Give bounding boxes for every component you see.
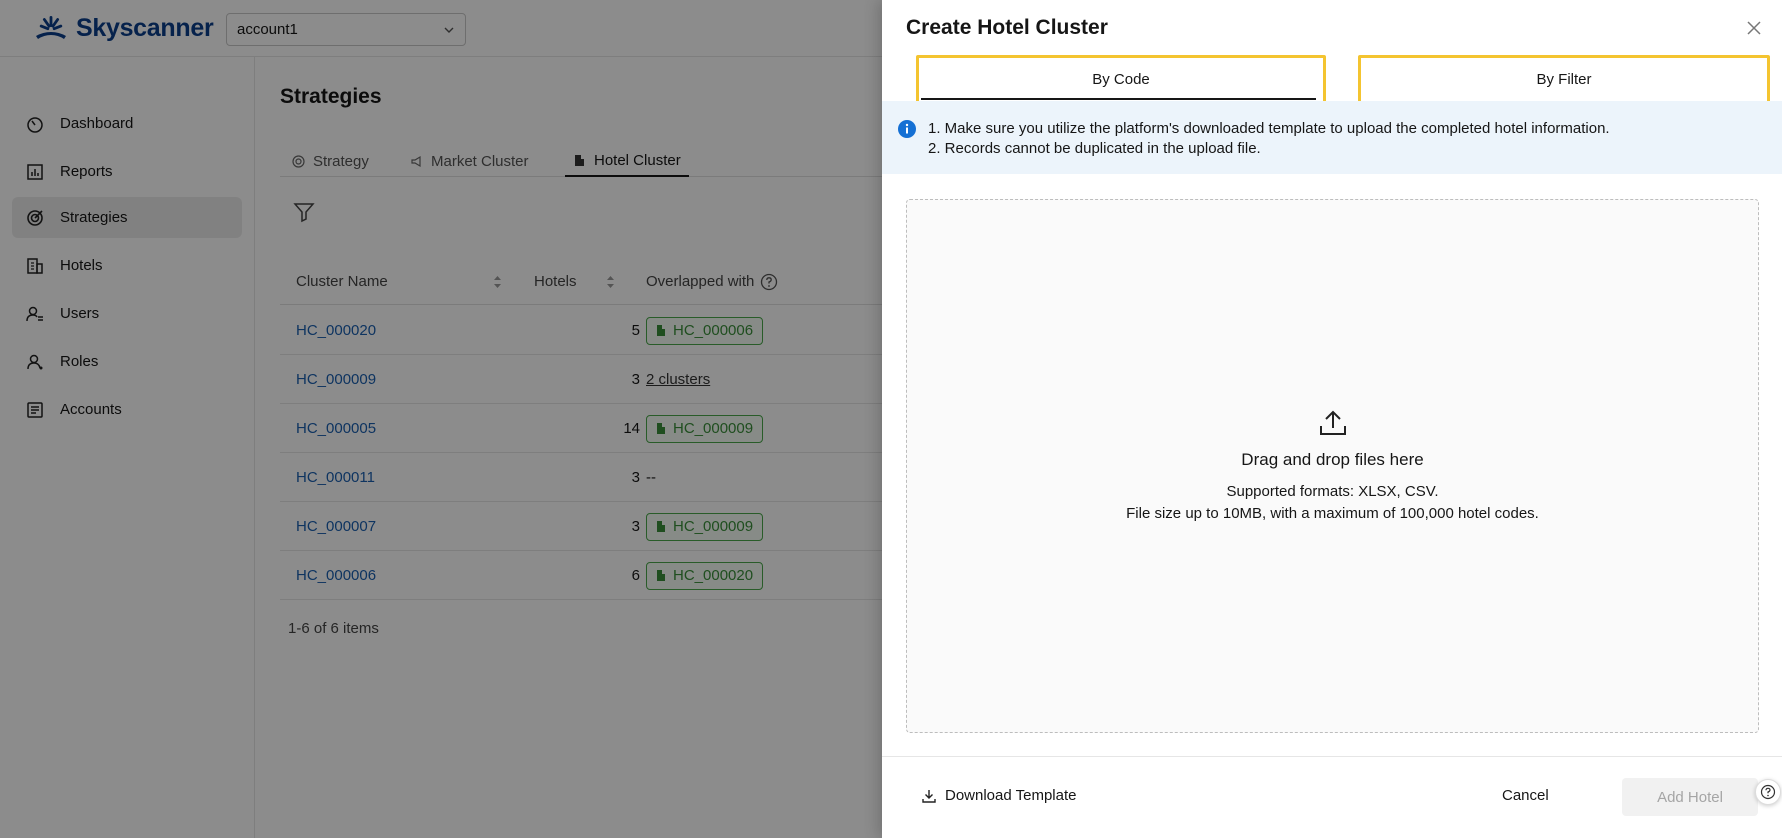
cancel-button[interactable]: Cancel bbox=[1502, 787, 1549, 804]
drawer-title: Create Hotel Cluster bbox=[906, 16, 1108, 39]
download-icon bbox=[922, 789, 936, 803]
file-dropzone[interactable]: Drag and drop files here Supported forma… bbox=[906, 199, 1759, 733]
close-icon[interactable] bbox=[1744, 18, 1764, 38]
download-template-label: Download Template bbox=[945, 787, 1077, 804]
segment-by-code[interactable]: By Code bbox=[916, 55, 1326, 104]
info-line-1: 1. Make sure you utilize the platform's … bbox=[928, 120, 1610, 137]
info-icon bbox=[898, 120, 916, 138]
upload-icon bbox=[1320, 410, 1346, 435]
add-hotel-button[interactable]: Add Hotel bbox=[1622, 778, 1758, 816]
segment-label: By Filter bbox=[1536, 71, 1592, 88]
dropzone-formats: Supported formats: XLSX, CSV. bbox=[1226, 483, 1439, 500]
download-template-button[interactable]: Download Template bbox=[922, 787, 1076, 804]
segment-by-filter[interactable]: By Filter bbox=[1358, 55, 1770, 104]
dropzone-limit: File size up to 10MB, with a maximum of … bbox=[1126, 505, 1539, 522]
info-alert: 1. Make sure you utilize the platform's … bbox=[882, 101, 1782, 174]
drawer-footer: Download Template Cancel Add Hotel bbox=[882, 756, 1782, 838]
create-hotel-cluster-drawer: Create Hotel Cluster By Code By Filter 1… bbox=[882, 0, 1782, 838]
info-line-2: 2. Records cannot be duplicated in the u… bbox=[928, 140, 1261, 157]
segment-label: By Code bbox=[1092, 71, 1150, 88]
help-float-button[interactable] bbox=[1755, 779, 1781, 805]
dropzone-title: Drag and drop files here bbox=[1241, 450, 1424, 469]
question-circle-icon bbox=[1760, 784, 1776, 800]
